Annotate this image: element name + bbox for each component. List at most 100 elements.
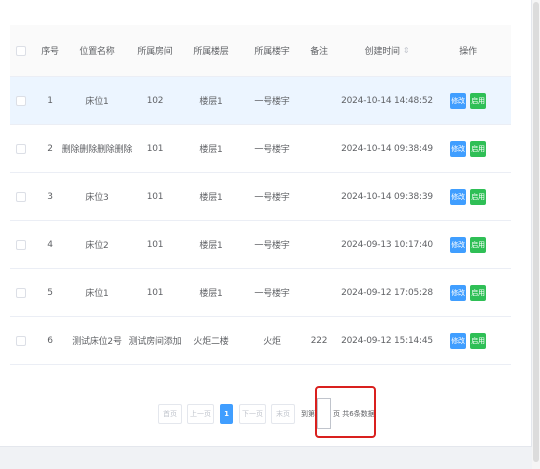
row-building: 火炬 xyxy=(263,337,281,347)
enable-button[interactable]: 启用 xyxy=(470,332,486,349)
header-index: 序号 xyxy=(41,47,59,57)
row-location-name: 床位1 xyxy=(85,97,109,107)
row-location-name: 删除删除删除删除 xyxy=(61,145,133,155)
edit-button[interactable]: 修改 xyxy=(450,188,466,205)
row-index: 4 xyxy=(47,239,53,250)
content-panel: 序号 位置名称 所属房间 所属楼层 所属楼宇 备注 创建时间 ⇕ 操作 1 床位1 1… xyxy=(0,0,532,447)
row-building: 一号楼宇 xyxy=(254,241,290,251)
row-checkbox[interactable] xyxy=(16,287,26,298)
table-row[interactable]: 5 床位1 101 楼层1 一号楼宇 2024-09-12 17:05:28 修改 启用 xyxy=(10,269,511,317)
last-page-button[interactable]: 末页 xyxy=(271,404,295,424)
row-remark xyxy=(300,125,338,172)
enable-button[interactable]: 启用 xyxy=(470,92,486,109)
row-checkbox[interactable] xyxy=(16,191,26,202)
row-created-at: 2024-10-14 14:48:52 xyxy=(341,95,433,106)
row-actions: 修改 启用 xyxy=(438,269,498,316)
row-building: 一号楼宇 xyxy=(254,289,290,299)
row-created-at: 2024-10-14 09:38:49 xyxy=(341,143,433,154)
row-checkbox[interactable] xyxy=(16,335,26,346)
row-created-at: 2024-10-14 09:38:39 xyxy=(341,191,433,202)
next-page-button[interactable]: 下一页 xyxy=(239,404,266,424)
header-location-name: 位置名称 xyxy=(79,47,115,57)
row-actions: 修改 启用 xyxy=(438,221,498,268)
enable-button[interactable]: 启用 xyxy=(470,236,486,253)
enable-button[interactable]: 启用 xyxy=(470,188,486,205)
header-room: 所属房间 xyxy=(137,47,173,57)
row-remark xyxy=(300,77,338,124)
page-1-button[interactable]: 1 xyxy=(220,404,233,424)
edit-button[interactable]: 修改 xyxy=(450,284,466,301)
table-row[interactable]: 3 床位3 101 楼层1 一号楼宇 2024-10-14 09:38:39 修改 启用 xyxy=(10,173,511,221)
row-created-at: 2024-09-12 17:05:28 xyxy=(341,287,433,298)
row-checkbox[interactable] xyxy=(16,95,26,106)
table-row[interactable]: 4 床位2 101 楼层1 一号楼宇 2024-09-13 10:17:40 修改 启用 xyxy=(10,221,511,269)
row-building: 一号楼宇 xyxy=(254,193,290,203)
table-header: 序号 位置名称 所属房间 所属楼层 所属楼宇 备注 创建时间 ⇕ 操作 xyxy=(10,25,511,77)
row-checkbox-cell[interactable] xyxy=(10,317,32,364)
row-location-name: 床位3 xyxy=(85,193,109,203)
sort-icon[interactable]: ⇕ xyxy=(403,46,410,55)
row-room: 101 xyxy=(146,143,164,154)
header-actions: 操作 xyxy=(459,47,477,57)
header-created-at-label: 创建时间 xyxy=(364,47,400,57)
row-index: 5 xyxy=(47,287,53,298)
row-checkbox-cell[interactable] xyxy=(10,221,32,268)
row-index: 1 xyxy=(47,95,53,106)
row-remark xyxy=(300,221,338,268)
row-checkbox-cell[interactable] xyxy=(10,269,32,316)
row-room: 测试房间添加 xyxy=(128,337,182,347)
edit-button[interactable]: 修改 xyxy=(450,140,466,157)
edit-button[interactable]: 修改 xyxy=(450,236,466,253)
row-room: 102 xyxy=(146,95,164,106)
row-floor: 楼层1 xyxy=(199,145,223,155)
row-remark: 222 xyxy=(310,335,328,346)
table-row[interactable]: 2 删除删除删除删除 101 楼层1 一号楼宇 2024-10-14 09:38:49 修改… xyxy=(10,125,511,173)
row-remark xyxy=(300,173,338,220)
edit-button[interactable]: 修改 xyxy=(450,92,466,109)
row-index: 6 xyxy=(47,335,53,346)
row-checkbox-cell[interactable] xyxy=(10,173,32,220)
header-created-at[interactable]: 创建时间 ⇕ xyxy=(340,25,434,76)
header-building: 所属楼宇 xyxy=(254,47,290,57)
row-created-at: 2024-09-13 10:17:40 xyxy=(341,239,433,250)
row-location-name: 测试床位2号 xyxy=(72,337,122,347)
prev-page-button[interactable]: 上一页 xyxy=(187,404,214,424)
row-actions: 修改 启用 xyxy=(438,77,498,124)
location-table: 序号 位置名称 所属房间 所属楼层 所属楼宇 备注 创建时间 ⇕ 操作 1 床位1 1… xyxy=(10,25,511,365)
scrollbar-thumb[interactable] xyxy=(533,2,539,462)
row-floor: 火炬二楼 xyxy=(193,337,229,347)
row-remark xyxy=(300,269,338,316)
table-row[interactable]: 6 测试床位2号 测试房间添加 火炬二楼 火炬 222 2024-09-12 15:14:4… xyxy=(10,317,511,365)
row-actions: 修改 启用 xyxy=(438,125,498,172)
row-checkbox[interactable] xyxy=(16,239,26,250)
row-index: 3 xyxy=(47,191,53,202)
table-row[interactable]: 1 床位1 102 楼层1 一号楼宇 2024-10-14 14:48:52 修改 启用 xyxy=(10,77,511,125)
row-floor: 楼层1 xyxy=(199,97,223,107)
row-actions: 修改 启用 xyxy=(438,173,498,220)
row-room: 101 xyxy=(146,191,164,202)
select-all-checkbox[interactable] xyxy=(16,45,26,56)
goto-label: 到第 xyxy=(301,410,315,418)
annotation-highlight-box xyxy=(315,386,376,438)
edit-button[interactable]: 修改 xyxy=(450,332,466,349)
row-room: 101 xyxy=(146,287,164,298)
select-all-checkbox-cell[interactable] xyxy=(10,25,32,76)
row-floor: 楼层1 xyxy=(199,241,223,251)
row-checkbox-cell[interactable] xyxy=(10,125,32,172)
row-created-at: 2024-09-12 15:14:45 xyxy=(341,335,433,346)
row-checkbox[interactable] xyxy=(16,143,26,154)
row-checkbox-cell[interactable] xyxy=(10,77,32,124)
row-building: 一号楼宇 xyxy=(254,97,290,107)
first-page-button[interactable]: 首页 xyxy=(158,404,182,424)
row-index: 2 xyxy=(47,143,53,154)
row-floor: 楼层1 xyxy=(199,289,223,299)
row-room: 101 xyxy=(146,239,164,250)
enable-button[interactable]: 启用 xyxy=(470,284,486,301)
row-floor: 楼层1 xyxy=(199,193,223,203)
page-scrollbar[interactable] xyxy=(532,0,540,469)
header-floor: 所属楼层 xyxy=(193,47,229,57)
row-actions: 修改 启用 xyxy=(438,317,498,364)
row-location-name: 床位2 xyxy=(85,241,109,251)
enable-button[interactable]: 启用 xyxy=(470,140,486,157)
row-building: 一号楼宇 xyxy=(254,145,290,155)
